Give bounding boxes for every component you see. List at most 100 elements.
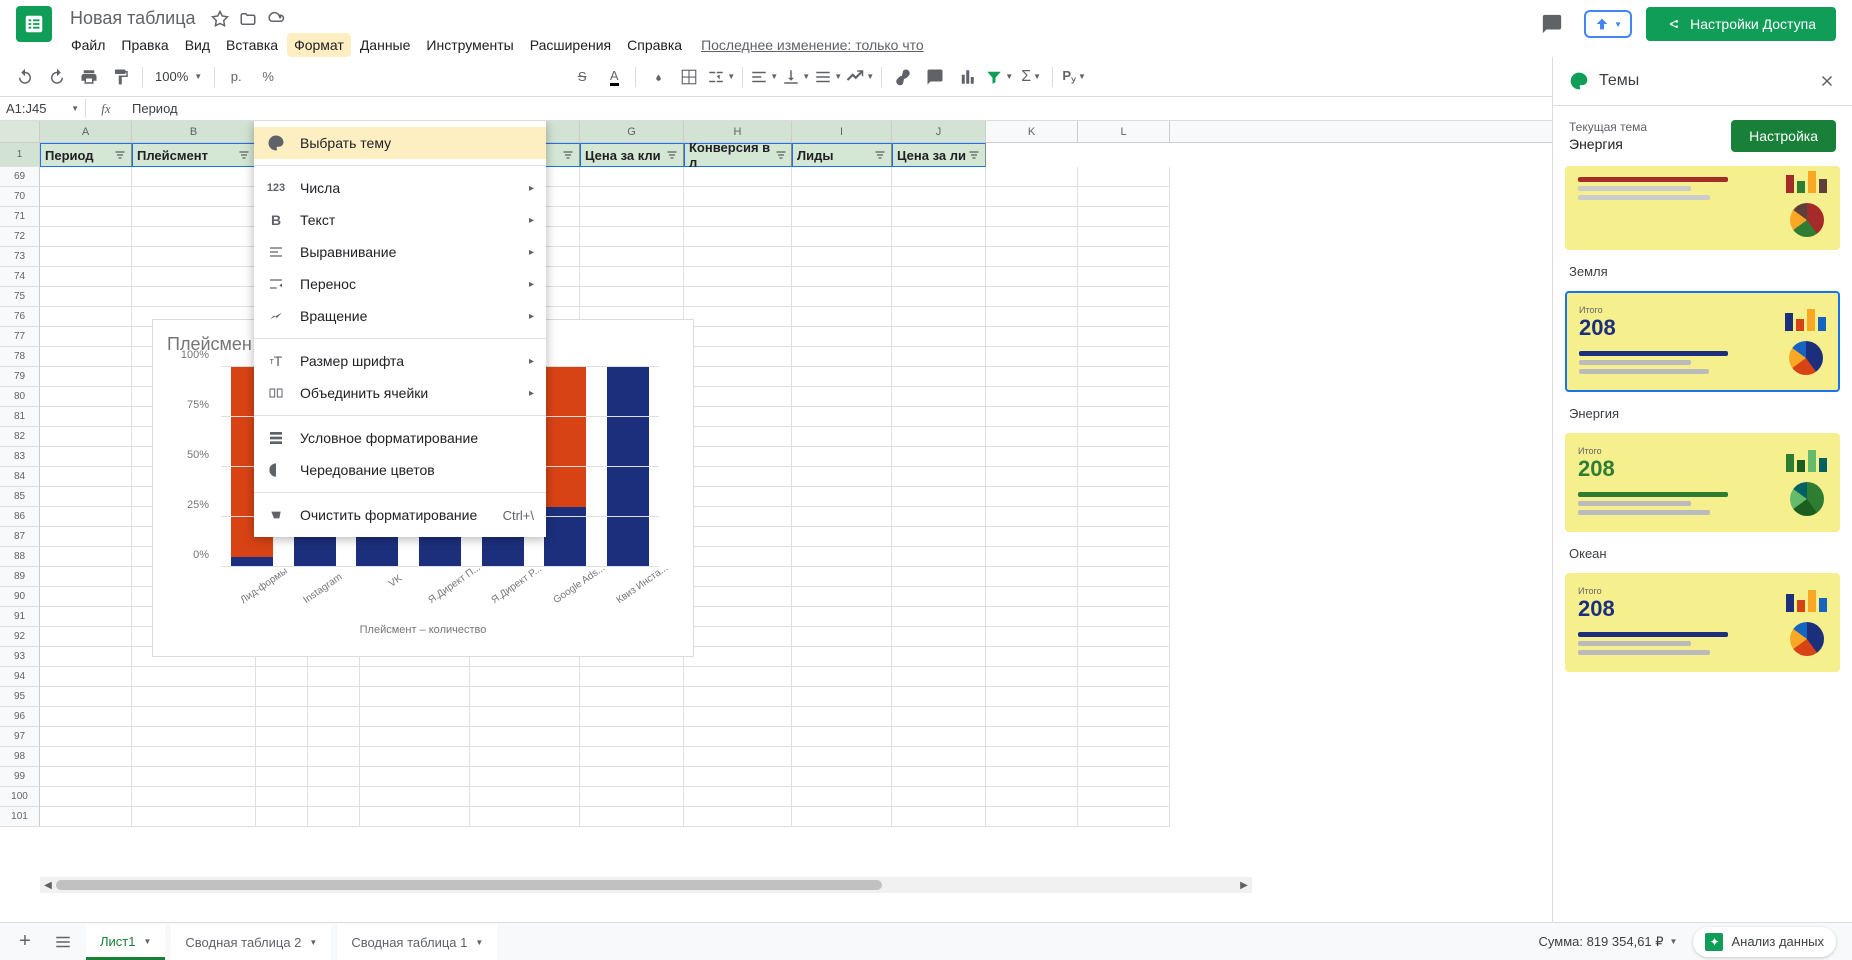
- cell[interactable]: [792, 467, 892, 487]
- cell[interactable]: [986, 587, 1078, 607]
- menu-справка[interactable]: Справка: [620, 33, 689, 57]
- cell[interactable]: [792, 627, 892, 647]
- cell[interactable]: [40, 547, 132, 567]
- cell[interactable]: [684, 527, 792, 547]
- menu-wrap[interactable]: Перенос▸: [254, 268, 546, 300]
- name-box[interactable]: A1:J45▼: [0, 99, 86, 118]
- cell[interactable]: [360, 667, 470, 687]
- cell[interactable]: [684, 787, 792, 807]
- cell[interactable]: [684, 427, 792, 447]
- row-header[interactable]: 93: [0, 647, 40, 667]
- cell[interactable]: [1078, 667, 1170, 687]
- cell[interactable]: [132, 187, 256, 207]
- col-header-G[interactable]: G: [580, 121, 684, 142]
- row-header[interactable]: 1: [0, 143, 40, 167]
- last-edit[interactable]: Последнее изменение: только что: [701, 37, 924, 53]
- col-header-J[interactable]: J: [892, 121, 986, 142]
- cell[interactable]: [986, 327, 1078, 347]
- row-header[interactable]: 94: [0, 667, 40, 687]
- cell[interactable]: [1078, 187, 1170, 207]
- cell[interactable]: [40, 367, 132, 387]
- cell[interactable]: [986, 167, 1078, 187]
- menu-правка[interactable]: Правка: [114, 33, 175, 57]
- cell[interactable]: [40, 687, 132, 707]
- cell[interactable]: [132, 227, 256, 247]
- filter-dropdown-icon[interactable]: [774, 148, 787, 162]
- cell[interactable]: [308, 807, 360, 827]
- cell[interactable]: [986, 427, 1078, 447]
- row-header[interactable]: 89: [0, 567, 40, 587]
- row-header[interactable]: 80: [0, 387, 40, 407]
- star-icon[interactable]: [210, 9, 230, 29]
- row-header[interactable]: 76: [0, 307, 40, 327]
- cell[interactable]: [132, 207, 256, 227]
- cell[interactable]: [892, 187, 986, 207]
- filter-cell[interactable]: Лиды: [792, 143, 892, 167]
- cell[interactable]: [986, 627, 1078, 647]
- cell[interactable]: [792, 807, 892, 827]
- theme-card[interactable]: [1565, 166, 1840, 250]
- cell[interactable]: [40, 447, 132, 467]
- cell[interactable]: [308, 687, 360, 707]
- cell[interactable]: [986, 347, 1078, 367]
- cell[interactable]: [892, 247, 986, 267]
- cell[interactable]: [470, 787, 580, 807]
- cell[interactable]: [892, 767, 986, 787]
- cell[interactable]: [684, 247, 792, 267]
- cell[interactable]: [40, 427, 132, 447]
- cell[interactable]: [470, 687, 580, 707]
- cell[interactable]: [986, 447, 1078, 467]
- row-header[interactable]: 77: [0, 327, 40, 347]
- cell[interactable]: [1078, 747, 1170, 767]
- cell[interactable]: [360, 807, 470, 827]
- menu-numbers[interactable]: 123Числа▸: [254, 172, 546, 204]
- row-header[interactable]: 72: [0, 227, 40, 247]
- cell[interactable]: [792, 527, 892, 547]
- cell[interactable]: [684, 227, 792, 247]
- cell[interactable]: [684, 487, 792, 507]
- cell[interactable]: [684, 367, 792, 387]
- filter-cell[interactable]: Период: [40, 143, 132, 167]
- cell[interactable]: [132, 747, 256, 767]
- row-header[interactable]: 75: [0, 287, 40, 307]
- cell[interactable]: [792, 587, 892, 607]
- cell[interactable]: [256, 707, 308, 727]
- cell[interactable]: [986, 487, 1078, 507]
- cell[interactable]: [986, 527, 1078, 547]
- cell[interactable]: [792, 567, 892, 587]
- fill-color-icon[interactable]: [642, 62, 672, 92]
- cell[interactable]: [684, 607, 792, 627]
- close-icon[interactable]: [1818, 72, 1836, 90]
- cell[interactable]: [986, 667, 1078, 687]
- percent-format[interactable]: %: [253, 62, 283, 92]
- cell[interactable]: [684, 587, 792, 607]
- cell[interactable]: [360, 707, 470, 727]
- cell[interactable]: [1078, 647, 1170, 667]
- all-sheets-button[interactable]: [48, 927, 78, 957]
- cell[interactable]: [360, 767, 470, 787]
- filter-dropdown-icon[interactable]: [873, 148, 887, 162]
- cell[interactable]: [684, 687, 792, 707]
- cell[interactable]: [132, 707, 256, 727]
- filter-dropdown-icon[interactable]: [237, 148, 251, 162]
- cell[interactable]: [580, 767, 684, 787]
- merge-icon[interactable]: ▼: [706, 62, 736, 92]
- comments-icon[interactable]: [1534, 6, 1570, 42]
- cell[interactable]: [40, 507, 132, 527]
- cell[interactable]: [308, 747, 360, 767]
- share-button[interactable]: Настройки Доступа: [1646, 7, 1836, 41]
- cell[interactable]: [684, 467, 792, 487]
- cell[interactable]: [1078, 687, 1170, 707]
- cell[interactable]: [792, 427, 892, 447]
- cell[interactable]: [986, 467, 1078, 487]
- theme-settings-button[interactable]: Настройка: [1731, 120, 1836, 152]
- cell[interactable]: [308, 787, 360, 807]
- col-header-I[interactable]: I: [792, 121, 892, 142]
- cell[interactable]: [684, 767, 792, 787]
- cell[interactable]: [40, 167, 132, 187]
- cell[interactable]: [892, 627, 986, 647]
- row-header[interactable]: 85: [0, 487, 40, 507]
- cell[interactable]: [470, 807, 580, 827]
- cell[interactable]: [40, 187, 132, 207]
- col-header-L[interactable]: L: [1078, 121, 1170, 142]
